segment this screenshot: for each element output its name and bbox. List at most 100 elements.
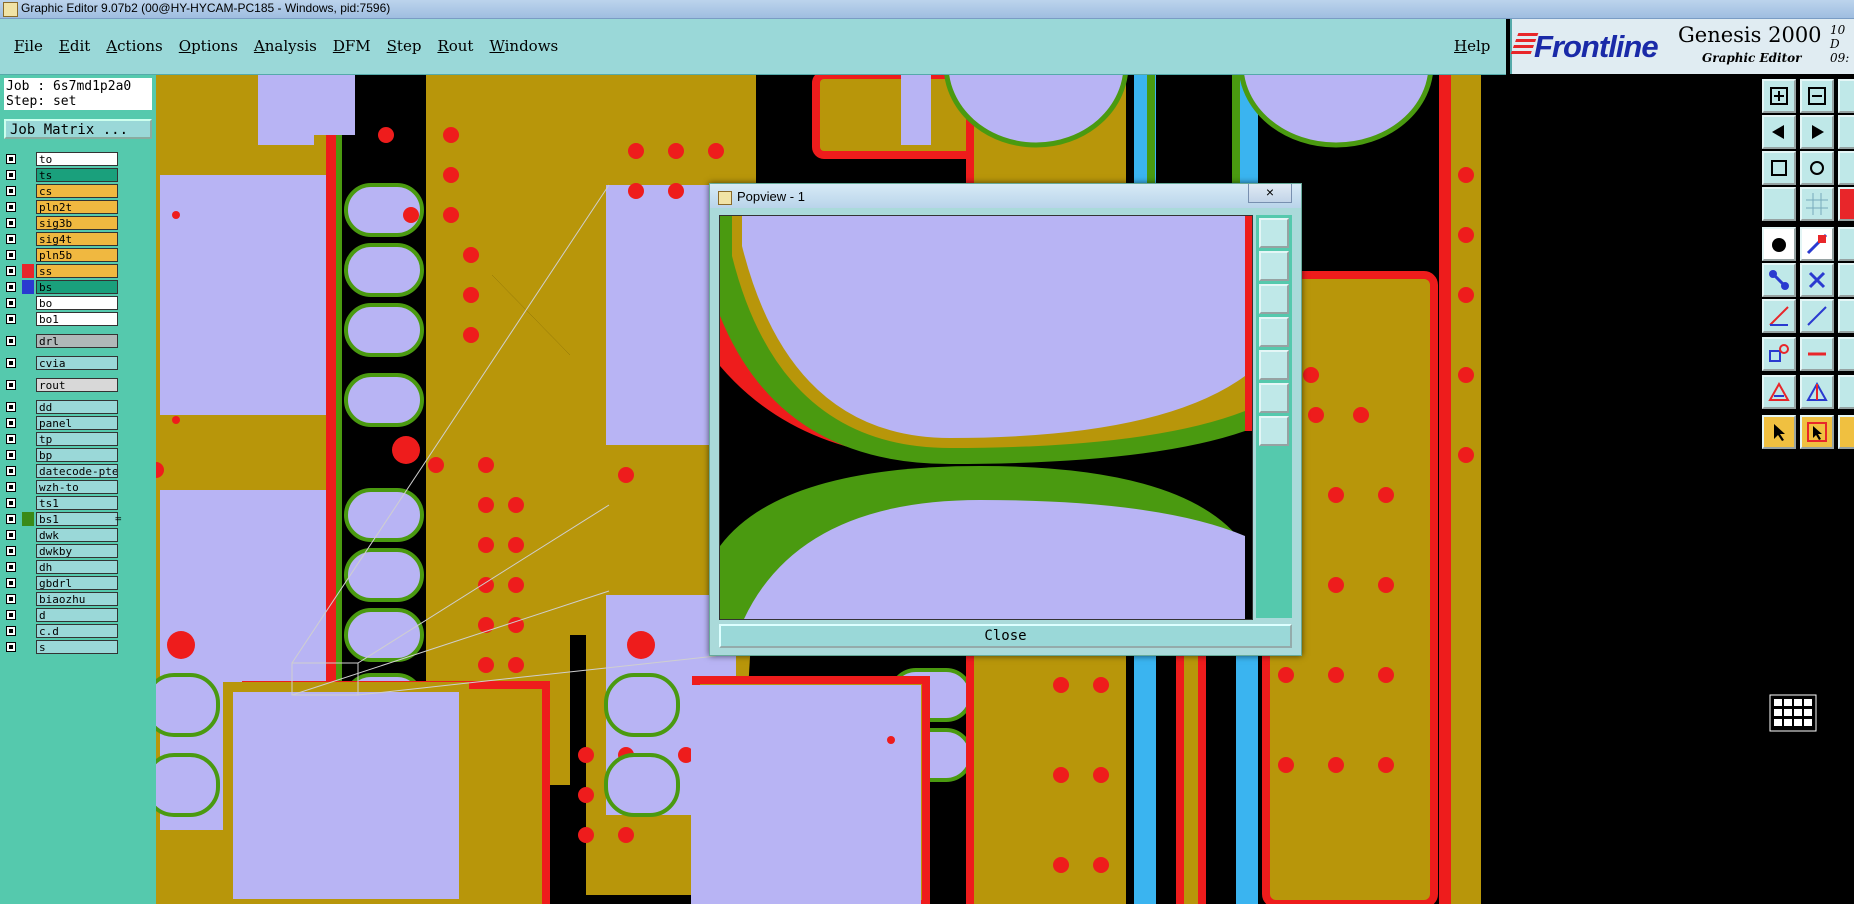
triangle-icon[interactable] bbox=[1800, 375, 1834, 409]
layer-row[interactable]: c.d bbox=[6, 624, 126, 638]
layer-checkbox[interactable] bbox=[6, 546, 16, 556]
layer-checkbox[interactable] bbox=[6, 466, 16, 476]
layer-name[interactable]: sig3b bbox=[36, 216, 118, 230]
layer-name[interactable]: ts1 bbox=[36, 496, 118, 510]
layer-name[interactable]: biaozhu bbox=[36, 592, 118, 606]
move-icon[interactable] bbox=[1838, 263, 1854, 297]
layer-name[interactable]: pln5b bbox=[36, 248, 118, 262]
layer-checkbox[interactable] bbox=[6, 314, 16, 324]
menu-windows[interactable]: Windows bbox=[481, 37, 566, 55]
cut-icon[interactable] bbox=[1800, 227, 1834, 261]
snap-icon[interactable] bbox=[1838, 187, 1854, 221]
select-pointer-icon[interactable] bbox=[1800, 415, 1834, 449]
popview-close-button[interactable]: Close bbox=[719, 624, 1292, 648]
popview-zoom-in-icon[interactable] bbox=[1259, 251, 1289, 281]
layer-checkbox[interactable] bbox=[6, 610, 16, 620]
layer-row[interactable]: d bbox=[6, 608, 126, 622]
pan-icon[interactable] bbox=[1838, 79, 1854, 113]
menu-step[interactable]: Step bbox=[379, 37, 430, 55]
menu-file[interactable]: File bbox=[6, 37, 51, 55]
layer-name[interactable]: ts bbox=[36, 168, 118, 182]
layer-checkbox[interactable] bbox=[6, 154, 16, 164]
layer-row[interactable]: bo bbox=[6, 296, 126, 310]
layer-row[interactable]: to bbox=[6, 152, 126, 166]
layer-name[interactable]: datecode-pte bbox=[36, 464, 118, 478]
pan-right-icon[interactable] bbox=[1800, 115, 1834, 149]
layer-name[interactable]: d bbox=[36, 608, 118, 622]
popview-zoom-fit-icon[interactable] bbox=[1259, 383, 1289, 413]
layer-checkbox[interactable] bbox=[6, 380, 16, 390]
layer-row[interactable]: sig3b bbox=[6, 216, 126, 230]
layer-name[interactable]: bs1 bbox=[36, 512, 118, 526]
copy-icon[interactable] bbox=[1838, 227, 1854, 261]
layer-checkbox[interactable] bbox=[6, 514, 16, 524]
layer-checkbox[interactable] bbox=[6, 418, 16, 428]
layer-row[interactable]: panel bbox=[6, 416, 126, 430]
popview-pan-left-icon[interactable] bbox=[1259, 317, 1289, 347]
layer-checkbox[interactable] bbox=[6, 186, 16, 196]
layer-name[interactable]: sig4t bbox=[36, 232, 118, 246]
add-pad-icon[interactable] bbox=[1838, 299, 1854, 333]
layer-checkbox[interactable] bbox=[6, 282, 16, 292]
layer-name[interactable]: pln2t bbox=[36, 200, 118, 214]
layer-row[interactable]: datecode-pte bbox=[6, 464, 126, 478]
zoom-fit-icon[interactable] bbox=[1762, 151, 1796, 185]
shape-icon[interactable] bbox=[1838, 375, 1854, 409]
layer-row[interactable]: dwkby bbox=[6, 544, 126, 558]
layer-row[interactable]: s bbox=[6, 640, 126, 654]
layer-row[interactable]: cvia bbox=[6, 356, 126, 370]
job-matrix-button[interactable]: Job Matrix ... bbox=[4, 119, 152, 139]
measure-icon[interactable] bbox=[1762, 187, 1796, 221]
layer-checkbox[interactable] bbox=[6, 234, 16, 244]
layer-checkbox[interactable] bbox=[6, 218, 16, 228]
layer-name[interactable]: dwk bbox=[36, 528, 118, 542]
layer-row[interactable]: dwk bbox=[6, 528, 126, 542]
delete-icon[interactable] bbox=[1800, 263, 1834, 297]
layer-name[interactable]: wzh-to bbox=[36, 480, 118, 494]
layer-name[interactable]: gbdrl bbox=[36, 576, 118, 590]
layer-checkbox[interactable] bbox=[6, 498, 16, 508]
layer-checkbox[interactable] bbox=[6, 266, 16, 276]
layer-checkbox[interactable] bbox=[6, 562, 16, 572]
add-surface-icon[interactable] bbox=[1762, 337, 1796, 371]
pointer-icon[interactable] bbox=[1762, 415, 1796, 449]
layer-row[interactable]: ts1 bbox=[6, 496, 126, 510]
menu-edit[interactable]: Edit bbox=[51, 37, 98, 55]
layer-row[interactable]: ts bbox=[6, 168, 126, 182]
polygon-icon[interactable] bbox=[1762, 375, 1796, 409]
layer-name[interactable]: dd bbox=[36, 400, 118, 414]
layer-row[interactable]: drl bbox=[6, 334, 126, 348]
popview-center-icon[interactable] bbox=[1259, 416, 1289, 446]
overview-thumbnail[interactable] bbox=[1768, 693, 1818, 733]
layer-checkbox[interactable] bbox=[6, 530, 16, 540]
layer-name[interactable]: cvia bbox=[36, 356, 118, 370]
layer-checkbox[interactable] bbox=[6, 402, 16, 412]
zoom-center-icon[interactable] bbox=[1800, 151, 1834, 185]
layer-name[interactable]: dwkby bbox=[36, 544, 118, 558]
layer-name[interactable]: rout bbox=[36, 378, 118, 392]
layer-row[interactable]: dh bbox=[6, 560, 126, 574]
popview-close-x-button[interactable]: × bbox=[1248, 184, 1292, 203]
layer-row[interactable]: pln5b bbox=[6, 248, 126, 262]
layer-row[interactable]: biaozhu bbox=[6, 592, 126, 606]
layer-row[interactable]: rout bbox=[6, 378, 126, 392]
layer-name[interactable]: drl bbox=[36, 334, 118, 348]
menu-actions[interactable]: Actions bbox=[98, 37, 170, 55]
grid-icon[interactable] bbox=[1800, 187, 1834, 221]
layer-checkbox[interactable] bbox=[6, 594, 16, 604]
resize-icon[interactable] bbox=[1838, 337, 1854, 371]
layer-checkbox[interactable] bbox=[6, 336, 16, 346]
layer-row[interactable]: bo1 bbox=[6, 312, 126, 326]
layer-name[interactable]: s bbox=[36, 640, 118, 654]
layer-name[interactable]: bp bbox=[36, 448, 118, 462]
layer-name[interactable]: bs bbox=[36, 280, 118, 294]
undo-view-icon[interactable] bbox=[1838, 115, 1854, 149]
connect-icon[interactable] bbox=[1762, 263, 1796, 297]
layer-name[interactable]: bo1 bbox=[36, 312, 118, 326]
layer-name[interactable]: bo bbox=[36, 296, 118, 310]
layer-row[interactable]: gbdrl bbox=[6, 576, 126, 590]
layer-row[interactable]: dd bbox=[6, 400, 126, 414]
add-text-icon[interactable] bbox=[1800, 337, 1834, 371]
zoom-out-icon[interactable] bbox=[1800, 79, 1834, 113]
layer-checkbox[interactable] bbox=[6, 298, 16, 308]
